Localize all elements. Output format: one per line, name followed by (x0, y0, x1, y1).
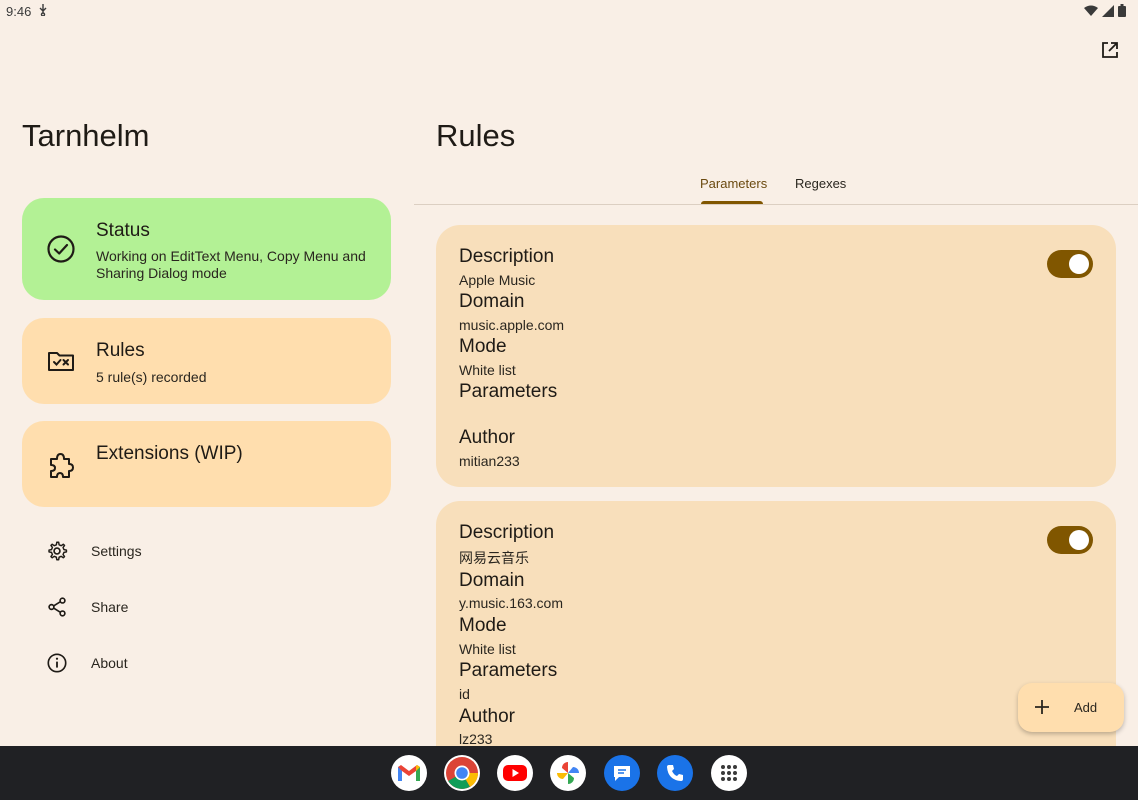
tab-regexes[interactable]: Regexes (795, 176, 846, 191)
domain-label: Domain (459, 291, 525, 312)
mode-value: White list (459, 641, 516, 657)
chrome-icon[interactable] (444, 755, 480, 791)
battery-icon (1118, 4, 1126, 17)
author-value: mitian233 (459, 453, 520, 469)
messages-icon[interactable] (604, 755, 640, 791)
toggle-knob (1069, 530, 1089, 550)
phone-icon[interactable] (657, 755, 693, 791)
rule-card[interactable]: Description Apple Music Domain music.app… (436, 225, 1116, 487)
share-icon (48, 597, 66, 617)
menu-item-settings-label: Settings (91, 543, 142, 559)
photos-icon[interactable] (550, 755, 586, 791)
tab-divider (414, 204, 1138, 205)
add-rule-label: Add (1074, 700, 1098, 715)
description-value: 网易云音乐 (459, 550, 529, 566)
author-label: Author (459, 427, 515, 448)
parameters-label: Parameters (459, 381, 558, 402)
check-circle-icon (47, 235, 75, 263)
status-card-subtitle: Working on EditText Menu, Copy Menu and … (96, 248, 366, 281)
menu-item-about-label: About (91, 655, 128, 671)
domain-value: y.music.163.com (459, 595, 563, 611)
signal-icon (1102, 4, 1114, 17)
parameters-label: Parameters (459, 660, 558, 681)
youtube-icon[interactable] (497, 755, 533, 791)
menu-item-about[interactable]: About (46, 651, 128, 675)
rules-card-title: Rules (96, 340, 145, 361)
page-title: Rules (436, 118, 516, 153)
domain-value: music.apple.com (459, 317, 565, 333)
status-card-title: Status (96, 220, 150, 241)
open-in-new-icon[interactable] (1100, 40, 1120, 60)
tab-parameters[interactable]: Parameters (700, 176, 767, 191)
rules-card-subtitle: 5 rule(s) recorded (96, 369, 207, 385)
clock: 9:46 (6, 4, 32, 19)
status-card[interactable]: Status Working on EditText Menu, Copy Me… (22, 198, 391, 300)
menu-item-settings[interactable]: Settings (46, 539, 142, 563)
description-label: Description (459, 522, 555, 543)
menu-item-share-label: Share (91, 599, 129, 615)
domain-label: Domain (459, 570, 525, 591)
rule-enabled-toggle[interactable] (1047, 250, 1093, 278)
mode-label: Mode (459, 336, 507, 357)
parameters-value: id (459, 686, 470, 702)
gear-icon (48, 541, 68, 561)
status-bar: 9:46 (0, 0, 1138, 24)
author-value: lz233 (459, 731, 493, 747)
folder-check-icon (48, 352, 74, 371)
rule-enabled-toggle[interactable] (1047, 526, 1093, 554)
extensions-card-title: Extensions (WIP) (96, 443, 243, 464)
info-icon (47, 653, 67, 673)
rules-card[interactable]: Rules 5 rule(s) recorded (22, 318, 391, 404)
toggle-knob (1069, 254, 1089, 274)
mode-label: Mode (459, 615, 507, 636)
rule-card[interactable]: Description 网易云音乐 Domain y.music.163.com… (436, 501, 1116, 781)
author-label: Author (459, 706, 515, 727)
puzzle-icon (50, 453, 74, 478)
wifi-icon (1084, 5, 1098, 16)
app-drawer-icon[interactable] (711, 755, 747, 791)
taskbar (0, 746, 1138, 800)
app-title: Tarnhelm (22, 118, 150, 153)
system-icons (1084, 4, 1126, 17)
gmail-icon[interactable] (391, 755, 427, 791)
menu-item-share[interactable]: Share (46, 595, 128, 619)
extensions-card[interactable]: Extensions (WIP) (22, 421, 391, 507)
description-label: Description (459, 246, 555, 267)
mode-value: White list (459, 362, 516, 378)
plus-icon (1035, 700, 1049, 714)
description-value: Apple Music (459, 272, 536, 288)
usb-debug-icon (38, 4, 48, 19)
add-rule-button[interactable]: Add (1018, 683, 1124, 732)
